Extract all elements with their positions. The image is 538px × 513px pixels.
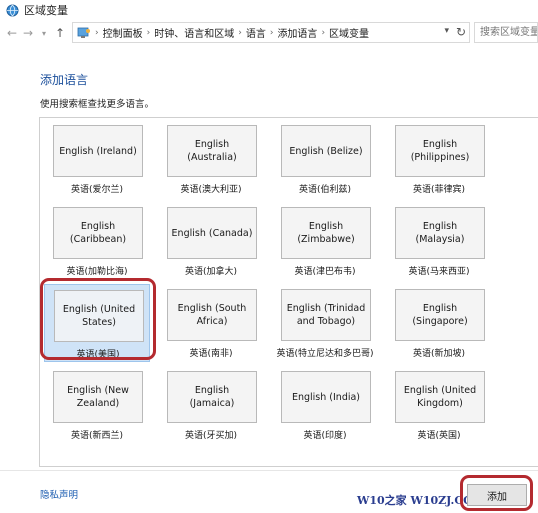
region-variant-window: 区域变量 ← → ▾ ↑ › 控制面板 › 时钟、语言和区域 › 语言 › 添加… bbox=[0, 0, 538, 513]
language-tile: English (Jamaica) bbox=[167, 371, 257, 423]
highlight-annotation bbox=[460, 475, 533, 511]
footer-divider bbox=[0, 470, 538, 471]
language-item-english-united-kingdom[interactable]: English (United Kingdom) 英语(英国) bbox=[386, 366, 492, 444]
language-label: 英语(特立尼达和多巴哥) bbox=[276, 349, 374, 359]
language-item-english-canada[interactable]: English (Canada) 英语(加拿大) bbox=[158, 202, 264, 280]
language-tile: English (Singapore) bbox=[395, 289, 485, 341]
language-item-english-zimbabwe[interactable]: English (Zimbabwe) 英语(津巴布韦) bbox=[272, 202, 378, 280]
language-item-english-india[interactable]: English (India) 英语(印度) bbox=[272, 366, 378, 444]
address-dropdown-icon[interactable]: ▾ bbox=[444, 26, 449, 36]
language-item-english-ireland[interactable]: English (Ireland) 英语(爱尔兰) bbox=[44, 120, 150, 198]
language-item-english-singapore[interactable]: English (Singapore) 英语(新加坡) bbox=[386, 284, 492, 362]
highlight-annotation bbox=[40, 278, 156, 360]
language-label: 英语(加勒比海) bbox=[66, 267, 128, 277]
navigation-bar: ← → ▾ ↑ › 控制面板 › 时钟、语言和区域 › 语言 › 添加语言 › … bbox=[0, 22, 538, 44]
language-item-english-malaysia[interactable]: English (Malaysia) 英语(马来西亚) bbox=[386, 202, 492, 280]
language-label: 英语(印度) bbox=[303, 431, 347, 441]
page-title: 添加语言 bbox=[40, 73, 89, 87]
language-label: 英语(新加坡) bbox=[412, 349, 466, 359]
language-tile: English (Ireland) bbox=[53, 125, 143, 177]
language-item-english-belize[interactable]: English (Belize) 英语(伯利兹) bbox=[272, 120, 378, 198]
arrow-left-icon[interactable]: ← bbox=[4, 24, 20, 42]
language-label: 英语(伯利兹) bbox=[298, 185, 352, 195]
title-bar: 区域变量 bbox=[0, 0, 538, 20]
language-label: 英语(爱尔兰) bbox=[70, 185, 124, 195]
page-subtitle: 使用搜索框查找更多语言。 bbox=[40, 99, 155, 110]
privacy-link[interactable]: 隐私声明 bbox=[40, 487, 78, 501]
language-tile: English (Malaysia) bbox=[395, 207, 485, 259]
language-item-english-jamaica[interactable]: English (Jamaica) 英语(牙买加) bbox=[158, 366, 264, 444]
address-bar[interactable]: › 控制面板 › 时钟、语言和区域 › 语言 › 添加语言 › 区域变量 ▾ ↻ bbox=[72, 22, 470, 43]
language-tile: English (Philippines) bbox=[395, 125, 485, 177]
language-label: 英语(马来西亚) bbox=[408, 267, 470, 277]
language-tile: English (Belize) bbox=[281, 125, 371, 177]
language-item-english-south-africa[interactable]: English (South Africa) 英语(南非) bbox=[158, 284, 264, 362]
language-tile: English (Trinidad and Tobago) bbox=[281, 289, 371, 341]
arrow-right-icon[interactable]: → bbox=[20, 24, 36, 42]
region-globe-icon bbox=[6, 4, 19, 16]
breadcrumb-separator: › bbox=[269, 27, 274, 38]
language-label: 英语(南非) bbox=[189, 349, 233, 359]
language-label: 英语(澳大利亚) bbox=[180, 185, 242, 195]
language-label: 英语(牙买加) bbox=[184, 431, 238, 441]
window-title: 区域变量 bbox=[24, 4, 68, 17]
breadcrumb-separator: › bbox=[321, 27, 326, 38]
language-item-english-australia[interactable]: English (Australia) 英语(澳大利亚) bbox=[158, 120, 264, 198]
language-tile: English (New Zealand) bbox=[53, 371, 143, 423]
language-tile: English (United Kingdom) bbox=[395, 371, 485, 423]
language-tile: English (Canada) bbox=[167, 207, 257, 259]
language-tile: English (South Africa) bbox=[167, 289, 257, 341]
language-label: 英语(津巴布韦) bbox=[294, 267, 356, 277]
breadcrumb-separator: › bbox=[238, 27, 242, 38]
breadcrumb-region-variant[interactable]: 区域变量 bbox=[329, 25, 369, 40]
language-item-english-trinidad-tobago[interactable]: English (Trinidad and Tobago) 英语(特立尼达和多巴… bbox=[272, 284, 378, 362]
breadcrumb-clock-language-region[interactable]: 时钟、语言和区域 bbox=[154, 25, 234, 40]
language-item-english-caribbean[interactable]: English (Caribbean) 英语(加勒比海) bbox=[44, 202, 150, 280]
language-tile: English (Zimbabwe) bbox=[281, 207, 371, 259]
breadcrumb-separator: › bbox=[95, 27, 99, 38]
breadcrumb-control-panel[interactable]: 控制面板 bbox=[103, 25, 143, 40]
breadcrumb-language[interactable]: 语言 bbox=[246, 25, 266, 40]
search-input[interactable] bbox=[474, 22, 538, 43]
language-item-english-philippines[interactable]: English (Philippines) 英语(菲律宾) bbox=[386, 120, 492, 198]
control-panel-icon bbox=[77, 27, 90, 38]
language-tile: English (Australia) bbox=[167, 125, 257, 177]
language-label: 英语(英国) bbox=[417, 431, 461, 441]
arrow-up-icon[interactable]: ↑ bbox=[52, 24, 68, 42]
chevron-down-icon[interactable]: ▾ bbox=[36, 24, 52, 42]
language-label: 英语(新西兰) bbox=[70, 431, 124, 441]
breadcrumb-add-language[interactable]: 添加语言 bbox=[277, 25, 317, 40]
language-item-english-new-zealand[interactable]: English (New Zealand) 英语(新西兰) bbox=[44, 366, 150, 444]
breadcrumb-separator: › bbox=[146, 27, 151, 38]
language-tile: English (Caribbean) bbox=[53, 207, 143, 259]
language-tile: English (India) bbox=[281, 371, 371, 423]
language-label: 英语(加拿大) bbox=[184, 267, 238, 277]
refresh-icon[interactable]: ↻ bbox=[456, 25, 466, 39]
language-label: 英语(菲律宾) bbox=[412, 185, 466, 195]
